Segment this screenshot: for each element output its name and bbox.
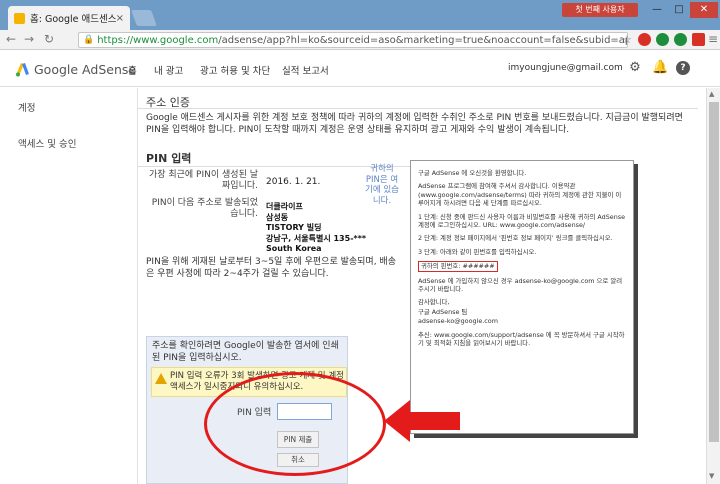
letter-thanks: 감사합니다, [418,298,450,307]
sidebar: 계정 액세스 및 승인 [0,88,138,484]
extension-icon[interactable] [692,33,705,46]
tab-title: 홈: Google 애드센스 [30,14,116,25]
address-bar[interactable]: 🔒 https://www.google.com/adsense/app?hl=… [78,32,628,48]
sidebar-item-account[interactable]: 계정 [18,100,35,114]
browser-toolbar: ← → ↻ 🔒 https://www.google.com/adsense/a… [0,30,720,50]
nav-my-ads[interactable]: 내 광고 [154,63,183,77]
pin-sent-label: PIN이 다음 주소로 발송되었습니다. [151,198,258,219]
extension-icon[interactable] [656,33,669,46]
product-name: Google AdSense [34,62,137,77]
extension-icon[interactable] [638,33,651,46]
scroll-down-icon[interactable]: ▼ [709,472,714,480]
letter-paragraph: AdSense 프로그램에 참여해 주셔서 감사합니다. 이용약관(www.go… [418,182,622,208]
browser-title-bar: 홈: Google 애드센스 × 첫 번째 사용자 — □ ✕ [0,0,720,30]
pin-letter-image: 구글 AdSense 에 오신것을 환영합니다. AdSense 프로그램에 참… [410,160,634,434]
maximize-button[interactable]: □ [668,2,690,18]
browser-tab[interactable]: 홈: Google 애드센스 × [8,6,130,30]
nav-allow-block-ads[interactable]: 광고 허용 및 차단 [200,63,270,77]
letter-postscript: 추신: www.google.com/support/adsense 에 꼭 방… [418,330,625,348]
scrollbar-thumb[interactable] [709,102,719,442]
pin-generated-date: 2016. 1. 21. [266,177,321,187]
tab-close-icon[interactable]: × [116,13,124,24]
forward-arrow-icon[interactable]: → [24,32,34,46]
delivery-notice: PIN을 위해 게재된 날로부터 3~5일 후에 우편으로 발송되며, 배송은 … [146,257,396,279]
highlight-circle [204,372,386,476]
lock-icon: 🔒 [83,35,95,45]
sidebar-item-access-and-authorization[interactable]: 액세스 및 승인 [18,136,76,150]
letter-step-3: 3 단계: 아래와 같이 핀번호를 입력하십시오. [418,247,537,256]
warning-icon [155,373,167,384]
nav-performance-reports[interactable]: 실적 보고서 [282,63,329,77]
pin-generated-label: 가장 최근에 PIN이 생성된 날짜입니다. [148,170,258,191]
adsense-logo-icon [16,63,29,77]
window-close-button[interactable]: ✕ [690,2,718,18]
pin-location-annotation: 귀하의 PIN은 여기에 있습니다. [365,164,399,206]
help-icon[interactable]: ? [676,61,690,75]
adsense-favicon-icon [14,12,25,24]
new-tab-button[interactable] [131,10,157,26]
pin-section-heading: PIN 입력 [146,152,192,165]
url-host: https://www.google.com [97,34,219,46]
nav-home[interactable]: 홈 [128,63,137,77]
letter-step-1: 1 단계: 신청 중에 판드신 사용자 이름과 비밀번호를 사용해 귀하의 Ad… [418,212,626,230]
reload-icon[interactable]: ↻ [44,32,54,46]
letter-pin-number: 귀하의 핀번호: ###### [418,261,498,272]
adsense-header: Google AdSense 홈 내 광고 광고 허용 및 차단 실적 보고서 … [0,51,720,87]
red-arrow-icon [384,400,460,442]
pin-entry-instructions: 주소를 확인하려면 Google이 발송한 엽서에 인쇄된 PIN을 입력하십시… [152,341,339,363]
scroll-up-icon[interactable]: ▲ [709,90,714,98]
back-arrow-icon[interactable]: ← [6,32,16,46]
letter-team: 구글 AdSense 팀 [418,307,468,316]
profile-badge[interactable]: 첫 번째 사용자 [562,3,638,17]
extension-icon[interactable] [674,33,687,46]
letter-step-2: 2 단계: 계정 정보 페이지에서 '핀번호 정보 페이지' 링크를 클릭하십시… [418,234,613,243]
url-path: /adsense/app?hl=ko&sourceid=aso&marketin… [218,34,627,46]
divider [138,108,698,109]
intro-text: Google 애드센스 게시자를 위한 계정 보호 정책에 따라 귀하의 계정에… [146,113,683,135]
bell-icon[interactable]: 🔔 [652,61,668,75]
account-email[interactable]: imyoungjune@gmail.com [508,63,623,73]
letter-team-email: adsense-ko@google.com [418,317,498,326]
minimize-button[interactable]: — [646,2,668,18]
chrome-menu-icon[interactable]: ≡ [708,32,718,46]
letter-help: AdSense 에 가입하지 않으신 경우 adsense-ko@google.… [418,276,623,294]
letter-greeting: 구글 AdSense 에 오신것을 환영합니다. [418,169,527,177]
mailing-address: 더클라이프 삼성동 TISTORY 빌딩 강남구, 서울특별시 135-*** … [266,202,367,253]
bookmark-star-icon[interactable]: ☆ [622,33,632,46]
page-scrollbar[interactable]: ▲ ▼ [706,88,720,484]
gear-icon[interactable]: ⚙ [628,61,642,75]
